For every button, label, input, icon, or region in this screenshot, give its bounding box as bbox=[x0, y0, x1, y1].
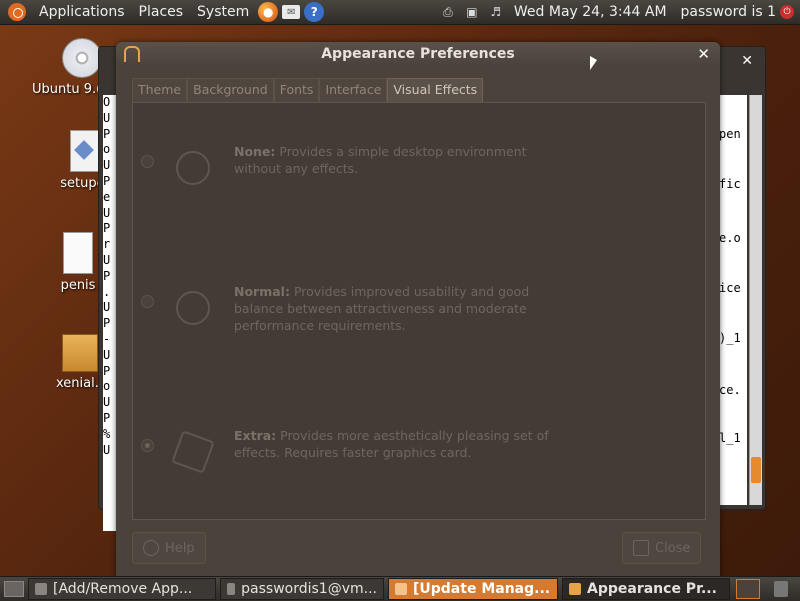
workspace-switcher[interactable] bbox=[736, 579, 760, 599]
archive-icon bbox=[62, 334, 98, 372]
terminal-fragment: l_1 bbox=[719, 431, 741, 445]
volume-icon[interactable]: ♬ bbox=[488, 4, 504, 20]
top-panel: Applications Places System ● ✉ ? ⎙ ▣ ♬ W… bbox=[0, 0, 800, 25]
trash-icon[interactable] bbox=[774, 581, 788, 597]
tab-bar: Theme Background Fonts Interface Visual … bbox=[132, 78, 484, 102]
no-effects-icon bbox=[168, 143, 218, 187]
normal-effects-icon bbox=[168, 283, 218, 327]
close-icon[interactable]: ✕ bbox=[697, 42, 710, 66]
power-icon[interactable]: ⏻ bbox=[780, 5, 794, 19]
taskbar-item-update-manager[interactable]: [Update Manag... bbox=[388, 578, 558, 600]
close-icon[interactable]: ✕ bbox=[741, 53, 753, 69]
tab-fonts[interactable]: Fonts bbox=[273, 78, 320, 102]
radio-extra[interactable] bbox=[141, 439, 154, 452]
menu-system[interactable]: System bbox=[190, 4, 256, 20]
close-button[interactable]: Close bbox=[622, 532, 702, 564]
appearance-preferences-dialog: Appearance Preferences ✕ Theme Backgroun… bbox=[116, 42, 720, 578]
scrollbar-thumb[interactable] bbox=[751, 457, 761, 483]
tab-theme[interactable]: Theme bbox=[132, 78, 188, 102]
printer-icon[interactable]: ⎙ bbox=[440, 4, 456, 20]
option-title: Extra: bbox=[234, 428, 277, 443]
option-normal[interactable]: Normal: Provides improved usability and … bbox=[141, 283, 554, 334]
option-title: Normal: bbox=[234, 284, 290, 299]
show-desktop-icon[interactable] bbox=[4, 581, 24, 597]
appearance-icon bbox=[569, 583, 581, 595]
close-button-label: Close bbox=[655, 540, 691, 556]
terminal-fragment: e.o bbox=[719, 231, 741, 245]
terminal-output-left: O U P o U P e U P r U P . U P - U P o U … bbox=[103, 95, 117, 531]
taskbar-item-add-remove[interactable]: [Add/Remove App... bbox=[28, 578, 216, 600]
mail-icon[interactable]: ✉ bbox=[282, 5, 301, 19]
terminal-icon bbox=[227, 583, 236, 595]
taskbar-item-label: Appearance Pr... bbox=[587, 581, 717, 597]
help-icon bbox=[143, 540, 159, 556]
menu-applications[interactable]: Applications bbox=[32, 4, 132, 20]
tab-background[interactable]: Background bbox=[187, 78, 274, 102]
terminal-scrollbar[interactable] bbox=[749, 95, 762, 505]
taskbar-item-appearance[interactable]: Appearance Pr... bbox=[562, 578, 730, 600]
terminal-fragment: pen bbox=[719, 127, 741, 141]
tab-interface[interactable]: Interface bbox=[319, 78, 388, 102]
terminal-fragment: ice bbox=[719, 281, 741, 295]
dialog-title: Appearance Preferences bbox=[321, 46, 515, 62]
menu-places[interactable]: Places bbox=[132, 4, 191, 20]
terminal-fragment: fic bbox=[719, 177, 741, 191]
taskbar-item-label: [Update Manag... bbox=[413, 581, 551, 597]
dialog-titlebar[interactable]: Appearance Preferences ✕ bbox=[116, 42, 720, 66]
close-icon bbox=[633, 540, 649, 556]
help-button[interactable]: Help bbox=[132, 532, 206, 564]
terminal-fragment: )_1 bbox=[719, 331, 741, 345]
network-icon[interactable]: ▣ bbox=[464, 4, 480, 20]
terminal-fragment: ce. bbox=[719, 383, 741, 397]
firefox-icon[interactable]: ● bbox=[258, 2, 279, 22]
ubuntu-logo-icon[interactable] bbox=[8, 3, 26, 21]
option-description: Provides a simple desktop environment wi… bbox=[234, 144, 527, 176]
user-switcher[interactable]: password is 1 bbox=[677, 4, 780, 20]
taskbar-item-label: [Add/Remove App... bbox=[53, 581, 193, 597]
extra-effects-icon bbox=[168, 427, 218, 471]
update-icon bbox=[395, 583, 407, 595]
package-icon bbox=[35, 583, 47, 595]
appearance-icon bbox=[124, 46, 140, 62]
text-file-icon bbox=[63, 232, 93, 274]
taskbar-item-terminal[interactable]: passwordis1@vm... bbox=[220, 578, 384, 600]
option-extra[interactable]: Extra: Provides more aesthetically pleas… bbox=[141, 427, 554, 471]
cd-icon bbox=[62, 38, 102, 78]
system-tray: ⎙ ▣ ♬ Wed May 24, 3:44 AM password is 1 … bbox=[436, 0, 800, 24]
bottom-panel: [Add/Remove App... passwordis1@vm... [Up… bbox=[0, 576, 800, 601]
help-button-label: Help bbox=[165, 540, 195, 556]
option-title: None: bbox=[234, 144, 276, 159]
radio-normal[interactable] bbox=[141, 295, 154, 308]
tab-visual-effects[interactable]: Visual Effects bbox=[387, 78, 484, 102]
taskbar-item-label: passwordis1@vm... bbox=[241, 581, 377, 597]
option-none[interactable]: None: Provides a simple desktop environm… bbox=[141, 143, 554, 187]
help-icon[interactable]: ? bbox=[304, 2, 325, 22]
visual-effects-panel: None: Provides a simple desktop environm… bbox=[132, 102, 706, 520]
option-description: Provides more aesthetically pleasing set… bbox=[234, 428, 549, 460]
clock[interactable]: Wed May 24, 3:44 AM bbox=[508, 4, 677, 20]
radio-none[interactable] bbox=[141, 155, 154, 168]
terminal-output-right: pen fic e.o ice )_1 ce. l_1 bbox=[719, 95, 747, 505]
